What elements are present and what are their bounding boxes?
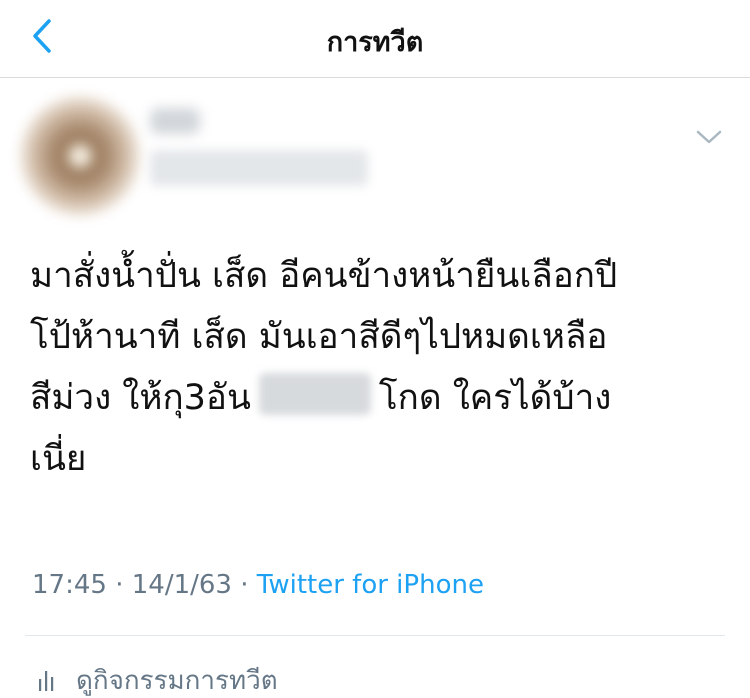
tweet-text-line: เนี่ย bbox=[30, 439, 87, 479]
chevron-down-icon bbox=[696, 130, 722, 144]
page-title: การทวีต bbox=[326, 27, 424, 58]
bar-chart-icon bbox=[39, 671, 54, 691]
tweet-time: 17:45 bbox=[32, 570, 107, 600]
view-tweet-activity-label: ดูกิจกรรมการทวีต bbox=[76, 665, 278, 696]
divider bbox=[25, 635, 725, 636]
avatar[interactable] bbox=[20, 96, 140, 216]
meta-separator: · bbox=[106, 570, 132, 600]
tweet-text-line: มาสั่งน้ำปั่น เส็ด อีคนข้างหน้ายืนเลือกป… bbox=[30, 256, 618, 296]
navigation-bar: การทวีต bbox=[0, 0, 750, 78]
tweet-text: มาสั่งน้ำปั่น เส็ด อีคนข้างหน้ายืนเลือกป… bbox=[30, 246, 730, 490]
tweet-text-segment: สีม่วง ให้กุ3อัน bbox=[30, 378, 251, 418]
tweet-text-line: โป้ห้านาที เส็ด มันเอาสีดีๆไปหมดเหลือ bbox=[30, 317, 608, 357]
username-redacted[interactable] bbox=[150, 150, 368, 186]
tweet-text-line: สีม่วง ให้กุ3อัน โกด ใครได้บ้าง bbox=[30, 368, 730, 429]
tweet-options-button[interactable] bbox=[690, 120, 728, 154]
display-name-redacted[interactable] bbox=[150, 108, 200, 134]
tweet-metadata: 17:45 · 14/1/63 · Twitter for iPhone bbox=[32, 570, 484, 600]
tweet-date: 14/1/63 bbox=[131, 570, 232, 600]
redacted-text-blur bbox=[258, 373, 371, 415]
tweet-text-segment: โกด ใครได้บ้าง bbox=[378, 378, 612, 418]
view-tweet-activity-button[interactable]: ดูกิจกรรมการทวีต bbox=[38, 662, 278, 698]
tweet-source-link[interactable]: Twitter for iPhone bbox=[257, 570, 484, 600]
meta-separator: · bbox=[231, 570, 257, 600]
